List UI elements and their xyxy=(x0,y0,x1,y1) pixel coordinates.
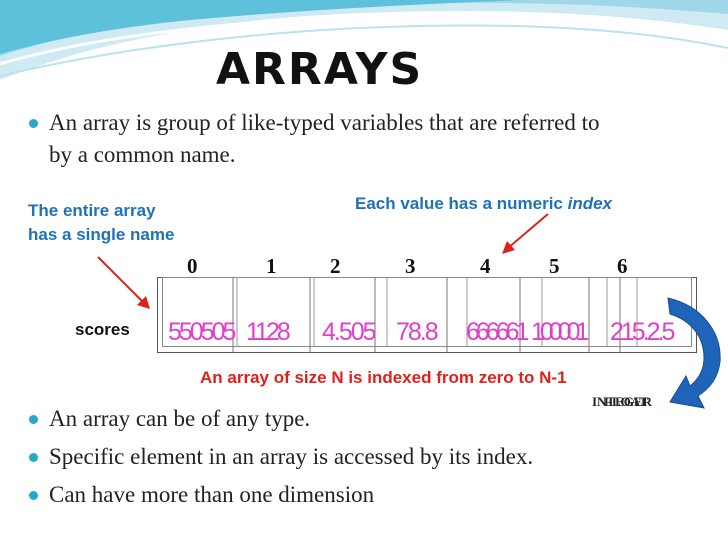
bullet-dot xyxy=(29,491,38,500)
bullet-dimension: Can have more than one dimension xyxy=(49,482,375,507)
array-name-label: scores xyxy=(75,320,130,339)
array-value: 1128 xyxy=(246,318,291,346)
array-index: 3 xyxy=(405,254,416,278)
curved-arrow-icon xyxy=(667,297,721,409)
index-note-prefix: Each value has a numeric xyxy=(355,194,568,213)
index-note: Each value has a numeric index xyxy=(355,193,612,215)
entire-array-note-line2: has a single name xyxy=(28,225,175,244)
index-note-word: index xyxy=(567,194,613,213)
array-index: 4 xyxy=(480,254,491,278)
array-value: 666661 xyxy=(466,318,529,346)
array-size-note: An array of size N is indexed from zero … xyxy=(200,368,567,387)
arrow-head-icon xyxy=(137,296,150,309)
array-value: 550505 xyxy=(168,318,236,346)
bullet-dot xyxy=(29,453,38,462)
bullet-dot xyxy=(29,415,38,424)
bullet-dot xyxy=(29,119,38,128)
intro-bullet-line1: An array is group of like-typed variable… xyxy=(49,110,600,135)
bullet-access-index: Specific element in an array is accessed… xyxy=(49,444,534,469)
array-value: 4.505 xyxy=(322,318,377,346)
arrow-head-icon xyxy=(502,241,515,254)
array-index: 2 xyxy=(330,254,341,278)
array-index: 1 xyxy=(266,254,277,278)
bullet-any-type: An array can be of any type. xyxy=(49,406,311,431)
array-value: 100001 xyxy=(531,318,589,346)
array-index: 6 xyxy=(617,254,628,278)
array-value: 78.8 xyxy=(396,318,439,346)
intro-bullet-line2: by a common name. xyxy=(49,142,236,167)
slide-title: ARRAYS xyxy=(216,44,424,95)
array-index: 5 xyxy=(549,254,560,278)
array-index: 0 xyxy=(187,254,198,278)
entire-array-note-line1: The entire array xyxy=(28,201,156,220)
